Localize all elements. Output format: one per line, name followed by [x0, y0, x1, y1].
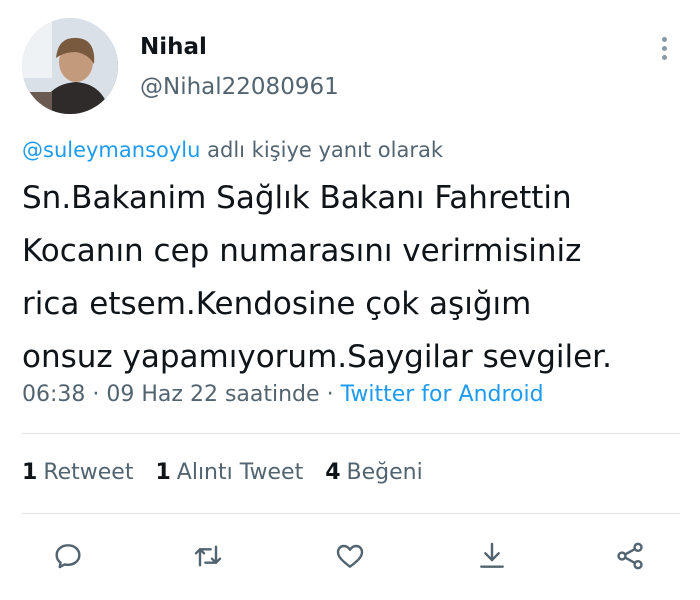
reply-button[interactable] [50, 538, 86, 574]
user-handle[interactable]: @Nihal22080961 [140, 74, 339, 100]
reply-context: @suleymansoylu adlı kişiye yanıt olarak [22, 138, 443, 162]
share-button[interactable] [612, 538, 648, 574]
stat-count: 1 [155, 460, 171, 485]
avatar[interactable] [22, 18, 118, 114]
meta-separator: · [326, 382, 334, 407]
share-icon [617, 542, 643, 570]
tweet-text: Sn.Bakanim Sağlık Bakanı Fahrettin Kocan… [22, 172, 682, 384]
stat-label: Retweet [43, 460, 134, 485]
retweet-icon [194, 545, 222, 567]
display-name[interactable]: Nihal [140, 34, 207, 60]
stat-count: 4 [325, 460, 341, 485]
tweet-stats: 1 Retweet 1 Alıntı Tweet 4 Beğeni [22, 460, 423, 485]
stat-label: Beğeni [346, 460, 423, 485]
like-button[interactable] [332, 538, 368, 574]
reply-context-suffix: adlı kişiye yanıt olarak [207, 138, 444, 162]
more-dot [661, 45, 667, 51]
tweet-date[interactable]: 09 Haz 22 saatinde [106, 382, 319, 407]
quote-tweets-count[interactable]: 1 Alıntı Tweet [155, 460, 303, 485]
tweet-text-line: Sn.Bakanim Sağlık Bakanı Fahrettin [22, 180, 572, 216]
retweets-count[interactable]: 1 Retweet [22, 460, 133, 485]
reply-mention-link[interactable]: @suleymansoylu [22, 138, 200, 162]
like-icon [336, 544, 364, 568]
profile-photo [22, 18, 118, 114]
divider [22, 513, 680, 514]
tweet-text-line: rica etsem.Kendosine çok aşığım [22, 286, 532, 322]
more-dot [661, 36, 667, 42]
tweet-time[interactable]: 06:38 [22, 382, 85, 407]
tweet-text-line: onsuz yapamıyorum.Saygilar sevgiler. [22, 339, 612, 375]
download-button[interactable] [474, 538, 510, 574]
tweet-text-line: Kocanın cep numarasını verirmisiniz [22, 233, 582, 269]
reply-icon [55, 544, 81, 569]
likes-count[interactable]: 4 Beğeni [325, 460, 423, 485]
more-options-icon[interactable] [652, 32, 676, 64]
download-icon [480, 542, 504, 568]
tweet-meta: 06:38 · 09 Haz 22 saatinde · Twitter for… [22, 382, 544, 407]
stat-count: 1 [22, 460, 38, 485]
meta-separator: · [92, 382, 100, 407]
tweet-source-link[interactable]: Twitter for Android [341, 382, 544, 407]
more-dot [661, 54, 667, 60]
stat-label: Alıntı Tweet [176, 460, 304, 485]
retweet-button[interactable] [190, 538, 226, 574]
divider [22, 433, 680, 434]
